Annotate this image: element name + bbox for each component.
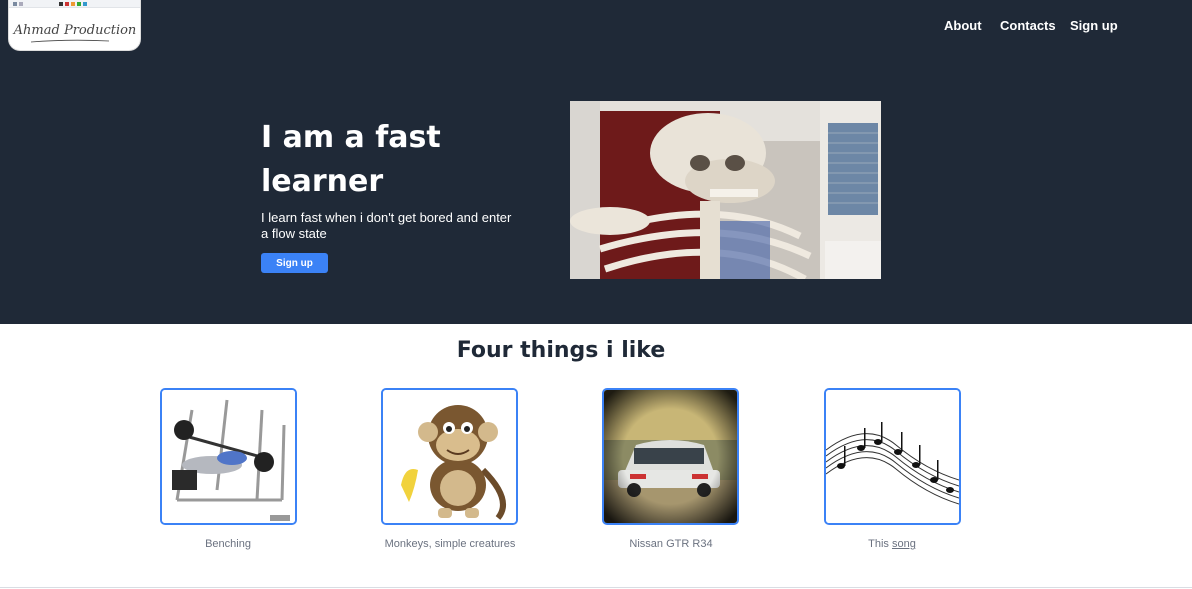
site-logo[interactable]: Ahmad Production (8, 0, 141, 51)
skeleton-photo-icon (570, 101, 881, 279)
music-notes-icon (826, 390, 959, 523)
likes-title: Four things i like (456, 338, 666, 363)
like-caption-nissan: Nissan GTR R34 (629, 538, 713, 550)
like-card-song[interactable] (824, 388, 961, 525)
nav-signup-link[interactable]: Sign up (1070, 18, 1118, 33)
nissan-gtr-car-photo-icon (604, 390, 737, 523)
song-link[interactable]: song (892, 538, 916, 550)
logo-signature-icon: Ahmad Production (13, 23, 137, 43)
hero-image (570, 101, 881, 279)
like-caption-benching: Benching (205, 538, 251, 550)
like-card-monkeys[interactable] (381, 388, 518, 525)
logo-editor-strip (9, 0, 140, 8)
like-card-benching[interactable] (160, 388, 297, 525)
like-caption-monkeys: Monkeys, simple creatures (384, 538, 516, 550)
nav-about-link[interactable]: About (944, 18, 982, 33)
hero-signup-button[interactable]: Sign up (261, 253, 328, 273)
bench-press-illustration-icon (162, 390, 295, 523)
monkey-with-banana-icon (383, 390, 516, 523)
svg-text:Ahmad Production: Ahmad Production (13, 23, 137, 38)
like-caption-song-prefix: This (868, 538, 889, 550)
like-caption-song: This song (792, 538, 992, 550)
hero-subtitle: I learn fast when i don't get bored and … (261, 210, 512, 241)
hero-title: I am a fast learner (261, 120, 441, 199)
like-card-nissan[interactable] (602, 388, 739, 525)
nav-contacts-link[interactable]: Contacts (1000, 18, 1056, 33)
footer-divider (0, 587, 1192, 588)
